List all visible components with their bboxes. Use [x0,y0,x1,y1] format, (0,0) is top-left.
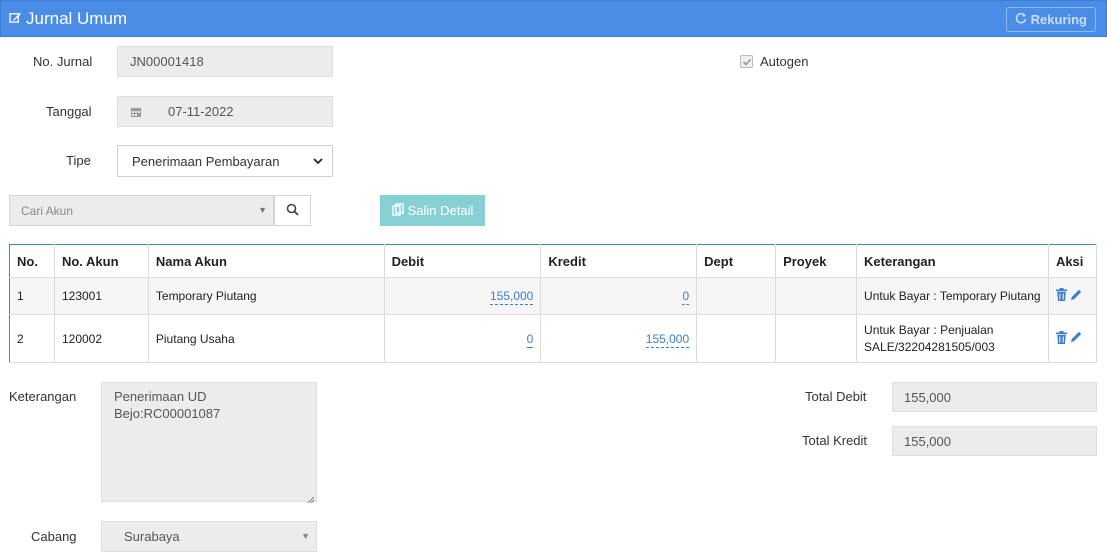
cari-akun-select[interactable]: Cari Akun ▼ [9,195,274,226]
table-row: 1 123001 Temporary Piutang 155,000 0 Unt… [9,277,1098,315]
cell-dept [696,277,777,315]
trash-icon[interactable] [1055,288,1067,304]
total-kredit-field: 155,000 [892,426,1097,456]
panel-title: Jurnal Umum [9,9,127,29]
debit-value[interactable]: 155,000 [489,289,534,305]
header-no: No. [9,244,55,278]
cell-no-akun: 120002 [54,314,149,363]
total-debit-field: 155,000 [892,382,1097,412]
salin-detail-label: Salin Detail [407,203,474,218]
cell-keterangan: Untuk Bayar : Temporary Piutang [856,277,1049,315]
caret-down-icon: ▼ [258,205,267,215]
cell-no: 1 [9,277,55,315]
cell-aksi [1048,314,1098,363]
cabang-value: Surabaya [124,529,180,544]
total-debit-label: Total Debit [805,389,867,404]
cabang-select[interactable]: Surabaya ▼ [101,521,317,552]
keterangan-textarea[interactable]: Penerimaan UD Bejo:RC00001087 [101,382,317,502]
header-kredit: Kredit [540,244,698,278]
cell-aksi [1048,277,1098,315]
no-jurnal-value: JN00001418 [130,54,204,69]
table-row: 2 120002 Piutang Usaha 0 155,000 Untuk B… [9,314,1098,363]
cell-no: 2 [9,314,55,363]
cell-kredit[interactable]: 0 [540,277,698,315]
resize-handle-icon[interactable] [307,492,315,507]
caret-down-icon: ▼ [301,531,310,541]
total-kredit-value: 155,000 [904,433,951,449]
search-button[interactable] [274,195,311,226]
header-proyek: Proyek [775,244,858,278]
edit-icon [9,9,22,29]
cell-proyek [775,314,858,363]
tipe-label: Tipe [66,153,91,168]
page-title: Jurnal Umum [26,9,128,28]
cell-debit[interactable]: 155,000 [384,277,542,315]
keterangan-label: Keterangan [9,389,77,404]
cell-kredit[interactable]: 155,000 [540,314,698,363]
header-dept: Dept [696,244,777,278]
cell-nama-akun: Piutang Usaha [148,314,385,363]
autogen-checkbox-group[interactable]: Autogen [740,54,808,69]
cell-nama-akun: Temporary Piutang [148,277,385,315]
cell-dept [696,314,777,363]
header-nama-akun: Nama Akun [148,244,385,278]
cari-akun-placeholder: Cari Akun [21,203,74,218]
chevron-down-icon [312,155,324,170]
pencil-icon[interactable] [1070,331,1082,346]
trash-icon[interactable] [1055,330,1067,347]
panel-header: Jurnal Umum Rekuring [0,0,1107,37]
header-no-akun: No. Akun [54,244,149,278]
tipe-value: Penerimaan Pembayaran [132,153,280,169]
copy-icon [391,202,405,219]
kredit-value[interactable]: 0 [682,289,690,305]
pencil-icon[interactable] [1070,289,1082,304]
rekuring-button[interactable]: Rekuring [1005,7,1096,32]
debit-value[interactable]: 0 [526,331,534,348]
table-header-row: No. No. Akun Nama Akun Debit Kredit Dept… [9,244,1098,278]
total-debit-value: 155,000 [904,389,951,405]
total-kredit-label: Total Kredit [802,433,868,448]
cell-proyek [775,277,858,315]
tanggal-label: Tanggal [46,104,92,119]
cell-no-akun: 123001 [54,277,149,315]
no-jurnal-label: No. Jurnal [33,54,93,69]
cabang-label: Cabang [31,529,77,544]
rekuring-label: Rekuring [1030,12,1087,27]
tanggal-value: 07-11-2022 [168,104,234,119]
tipe-select[interactable]: Penerimaan Pembayaran [117,145,333,177]
search-icon [286,203,299,219]
cell-keterangan: Untuk Bayar : Penjualan SALE/32204281505… [856,314,1049,363]
tanggal-field[interactable]: 07-11-2022 [117,96,333,127]
autogen-label: Autogen [760,54,809,69]
autogen-checkbox[interactable] [740,55,753,68]
header-aksi: Aksi [1048,244,1098,278]
no-jurnal-field[interactable]: JN00001418 [117,46,333,77]
refresh-icon [1015,12,1027,27]
salin-detail-button[interactable]: Salin Detail [380,195,485,226]
calendar-icon [118,97,154,126]
header-keterangan: Keterangan [856,244,1049,278]
header-debit: Debit [384,244,542,278]
kredit-value[interactable]: 155,000 [645,331,690,348]
cell-debit[interactable]: 0 [384,314,542,363]
journal-table: No. No. Akun Nama Akun Debit Kredit Dept… [9,244,1098,363]
